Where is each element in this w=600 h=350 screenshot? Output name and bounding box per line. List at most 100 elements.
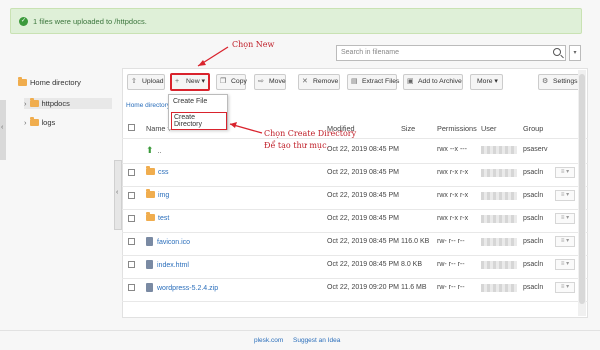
- size-cell: 11.6 MB: [401, 284, 427, 291]
- upload-icon: ⇧: [131, 78, 137, 85]
- file-name[interactable]: favicon.ico: [157, 239, 190, 246]
- search-options-toggle[interactable]: ▾: [569, 45, 581, 61]
- more-button[interactable]: More ▾: [470, 74, 503, 90]
- file-name-cell[interactable]: favicon.ico: [146, 237, 190, 246]
- file-name[interactable]: ..: [158, 148, 162, 155]
- group-cell: psacln: [523, 192, 544, 199]
- remove-button[interactable]: ✕ Remove: [298, 74, 340, 90]
- permissions-cell: rw- r-- r--: [437, 261, 465, 268]
- left-collapse-handle[interactable]: ‹: [0, 100, 6, 160]
- copy-icon: ❐: [220, 78, 227, 85]
- column-header-size[interactable]: Size: [401, 124, 415, 133]
- user-cell-redacted: [481, 146, 517, 154]
- file-name-cell[interactable]: wordpress-5.2.4.zip: [146, 283, 218, 292]
- row-divider: [122, 278, 588, 279]
- create-directory-menu-item[interactable]: Create Directory: [171, 112, 227, 130]
- file-name-cell[interactable]: test: [146, 212, 169, 222]
- row-checkbox[interactable]: [128, 261, 135, 268]
- annotation-new: Chọn New: [232, 40, 275, 49]
- search-placeholder: Search in filename: [341, 49, 399, 56]
- scrollbar-thumb[interactable]: [579, 74, 585, 304]
- folder-icon: [146, 166, 155, 175]
- row-actions-button[interactable]: ≡ ▾: [555, 167, 575, 178]
- row-divider: [122, 255, 588, 256]
- row-checkbox[interactable]: [128, 215, 135, 222]
- footer-link-suggest[interactable]: Suggest an Idea: [293, 337, 340, 344]
- column-header-user[interactable]: User: [481, 124, 496, 133]
- new-button[interactable]: + New ▾: [170, 73, 210, 91]
- file-name[interactable]: index.html: [157, 262, 189, 269]
- folder-icon: [146, 189, 155, 198]
- folder-icon: [146, 212, 155, 221]
- size-cell: 8.0 KB: [401, 261, 423, 268]
- extract-files-button[interactable]: ▤ Extract Files: [347, 74, 399, 90]
- select-all-checkbox[interactable]: [128, 124, 135, 131]
- footer-link-plesk[interactable]: plesk.com: [254, 337, 283, 344]
- file-name[interactable]: css: [158, 169, 169, 176]
- chevron-right-icon[interactable]: ›: [24, 118, 27, 127]
- row-actions-button[interactable]: ≡ ▾: [555, 236, 575, 247]
- trash-icon: ✕: [302, 78, 308, 85]
- permissions-cell: rwx r-x r-x: [437, 192, 469, 199]
- extract-icon: ▤: [351, 78, 358, 85]
- settings-button[interactable]: ⚙ Settings: [538, 74, 582, 90]
- sidebar-item-httpdocs[interactable]: › httpdocs: [24, 98, 112, 109]
- file-name-cell[interactable]: img: [146, 189, 169, 199]
- size-cell: 116.0 KB: [401, 238, 430, 245]
- more-label: More: [477, 78, 493, 85]
- row-checkbox[interactable]: [128, 284, 135, 291]
- chevron-down-icon: ▾: [573, 50, 577, 56]
- chevron-right-icon[interactable]: ›: [24, 99, 27, 108]
- file-name-cell[interactable]: ⬆..: [146, 145, 161, 156]
- move-button[interactable]: ⇨ Move: [254, 74, 286, 90]
- vertical-scrollbar[interactable]: [578, 70, 586, 316]
- row-divider: [122, 163, 588, 164]
- add-to-archive-button[interactable]: ▣ Add to Archive: [403, 74, 463, 90]
- file-icon: [146, 283, 153, 292]
- copy-button[interactable]: ❐ Copy: [216, 74, 247, 90]
- sidebar-item-label: Home directory: [30, 78, 81, 87]
- row-checkbox[interactable]: [128, 169, 135, 176]
- modified-cell: Oct 22, 2019 08:45 PM: [327, 261, 399, 268]
- new-label: New: [186, 78, 200, 85]
- upload-success-alert: ✓ 1 files were uploaded to /httpdocs.: [10, 8, 582, 34]
- move-label: Move: [269, 78, 286, 85]
- folder-icon: [18, 77, 27, 86]
- row-actions-button[interactable]: ≡ ▾: [555, 213, 575, 224]
- footer: plesk.com Suggest an Idea: [0, 330, 600, 350]
- file-name[interactable]: img: [158, 192, 169, 199]
- user-cell-redacted: [481, 169, 517, 177]
- tree-collapse-toggle[interactable]: ‹: [114, 160, 122, 230]
- folder-icon: [29, 117, 39, 126]
- search-input[interactable]: Search in filename: [336, 45, 566, 61]
- upload-button[interactable]: ⇧ Upload: [127, 74, 165, 90]
- create-file-menu-item[interactable]: Create File: [173, 98, 207, 105]
- row-actions-button[interactable]: ≡ ▾: [555, 259, 575, 270]
- search-icon[interactable]: [553, 48, 561, 56]
- row-checkbox[interactable]: [128, 192, 135, 199]
- modified-cell: Oct 22, 2019 09:20 PM: [327, 284, 399, 291]
- row-actions-button[interactable]: ≡ ▾: [555, 190, 575, 201]
- row-checkbox[interactable]: [128, 238, 135, 245]
- column-header-group[interactable]: Group: [523, 124, 543, 133]
- archive-label: Add to Archive: [418, 78, 462, 85]
- sidebar-item-logs[interactable]: › logs: [24, 117, 55, 127]
- file-name-cell[interactable]: index.html: [146, 260, 189, 269]
- sidebar-item-home[interactable]: Home directory: [18, 77, 81, 87]
- permissions-cell: rw- r-- r--: [437, 284, 465, 291]
- file-name[interactable]: wordpress-5.2.4.zip: [157, 285, 218, 292]
- breadcrumb[interactable]: Home directory: [126, 102, 170, 109]
- copy-label: Copy: [231, 78, 247, 85]
- column-header-permissions[interactable]: Permissions: [437, 124, 477, 133]
- file-name[interactable]: test: [158, 215, 169, 222]
- file-name-cell[interactable]: css: [146, 166, 169, 176]
- group-cell: psacln: [523, 238, 544, 245]
- user-cell-redacted: [481, 215, 517, 223]
- archive-icon: ▣: [407, 78, 414, 85]
- row-actions-button[interactable]: ≡ ▾: [555, 282, 575, 293]
- remove-label: Remove: [313, 78, 339, 85]
- annotation-create-directory: Chọn Create Directory: [264, 129, 357, 138]
- permissions-cell: rwx r-x r-x: [437, 169, 469, 176]
- permissions-cell: rwx r-x r-x: [437, 215, 469, 222]
- file-icon: [146, 260, 153, 269]
